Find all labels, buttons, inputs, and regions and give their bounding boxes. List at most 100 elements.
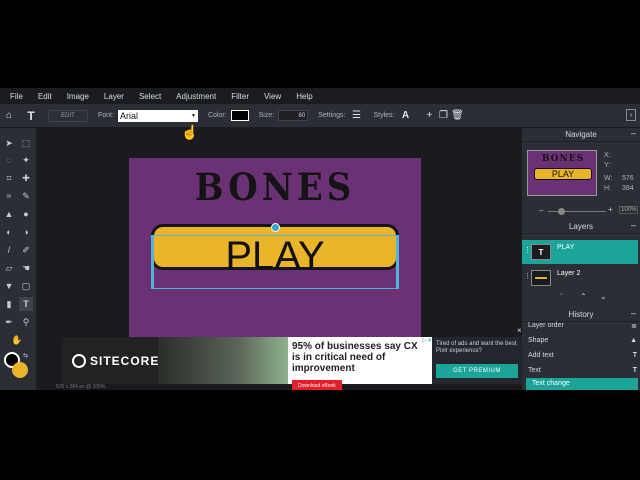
wand-tool-icon[interactable]: ✦ xyxy=(19,153,33,167)
pencil-tool-icon[interactable]: / xyxy=(2,243,16,257)
text-icon: T xyxy=(632,367,637,374)
dodge-tool-icon[interactable]: ◑ xyxy=(19,225,33,239)
marquee-tool-icon[interactable]: ⬚ xyxy=(19,136,33,150)
duplicate-icon[interactable]: ❐ xyxy=(436,109,450,123)
color-swatch[interactable] xyxy=(230,110,249,121)
layers-header[interactable]: Layers – xyxy=(522,220,640,234)
align-icon[interactable]: ☰ xyxy=(349,109,363,123)
history-title: History xyxy=(568,310,594,319)
menu-view[interactable]: View xyxy=(264,92,281,101)
menu-edit[interactable]: Edit xyxy=(38,92,52,101)
minimize-icon[interactable]: – xyxy=(631,308,636,318)
zoom-in-icon[interactable]: + xyxy=(608,205,613,214)
edit-button[interactable]: EDIT xyxy=(48,109,88,122)
hand-tool-icon[interactable]: ✋ xyxy=(10,333,24,347)
text-selection-box xyxy=(151,235,399,289)
font-label: Font: xyxy=(98,112,114,119)
stamp-tool-icon[interactable]: ▲ xyxy=(2,207,16,221)
size-input[interactable]: 80 xyxy=(278,110,309,121)
blur-tool-icon[interactable]: ◐ xyxy=(2,225,16,239)
navigate-header[interactable]: Navigate – xyxy=(522,128,640,142)
status-text: 576 x 384 px @ 100% xyxy=(56,384,106,390)
move-down-icon[interactable]: ⌄ xyxy=(600,292,607,301)
zoom-tool-icon[interactable]: ⚲ xyxy=(19,315,33,329)
navigator-thumbnail[interactable]: BONES PLAY xyxy=(527,150,597,196)
shape-icon: ▲ xyxy=(630,337,637,344)
zoom-slider[interactable] xyxy=(548,211,606,212)
layer-row-play[interactable]: ⋮ T PLAY xyxy=(522,240,638,264)
collapse-panel-icon[interactable]: › xyxy=(626,109,636,121)
canvas[interactable]: BONES PLAY xyxy=(129,158,421,338)
trash-icon[interactable]: 🗑 xyxy=(450,109,464,123)
minimize-icon[interactable]: – xyxy=(631,128,636,138)
minimize-icon[interactable]: – xyxy=(631,220,636,230)
menu-file[interactable]: File xyxy=(10,92,23,101)
drop-tool-icon[interactable]: ● xyxy=(19,207,33,221)
bucket-tool-icon[interactable]: ▼ xyxy=(2,279,16,293)
history-item[interactable]: Add text xyxy=(528,352,554,359)
swap-colors-icon[interactable]: ⇆ xyxy=(23,352,28,359)
add-icon[interactable]: + xyxy=(422,109,436,123)
layer-thumbnail xyxy=(531,270,551,286)
get-premium-button[interactable]: GET PREMIUM xyxy=(436,364,518,378)
shape-tool-icon[interactable]: ▢ xyxy=(19,279,33,293)
thumb-bones: BONES xyxy=(541,154,585,164)
paint-tool-icon[interactable]: ✐ xyxy=(19,243,33,257)
drag-handle-icon[interactable]: ⋮ xyxy=(524,272,531,280)
history-item[interactable]: Text xyxy=(528,367,541,374)
zoom-out-icon[interactable]: – xyxy=(539,206,543,215)
wave-tool-icon[interactable]: ≈ xyxy=(2,189,16,203)
history-item-selected[interactable]: Text change xyxy=(526,378,638,390)
menu-adjustment[interactable]: Adjustment xyxy=(176,92,216,101)
ad-banner[interactable]: SITECORE 95% of businesses say CX is in … xyxy=(62,337,432,390)
arrow-tool-icon[interactable]: ➤ xyxy=(2,136,16,150)
history-item[interactable]: Shape xyxy=(528,337,548,344)
ad-choices-icon[interactable]: ▷✕ xyxy=(422,337,432,344)
text-style-icon[interactable]: A xyxy=(398,109,412,123)
premium-promo: Tired of ads and want the best Pixlr exp… xyxy=(432,337,522,384)
font-select[interactable]: Arial ▼ xyxy=(117,109,198,122)
menu-filter[interactable]: Filter xyxy=(231,92,249,101)
secondary-color[interactable] xyxy=(12,362,28,378)
layer-order-icon: ≣ xyxy=(631,323,637,330)
home-icon[interactable]: ⌂ xyxy=(2,109,16,123)
rotate-handle[interactable] xyxy=(271,223,280,232)
brush-tool-icon[interactable]: ✎ xyxy=(19,189,33,203)
ad-headline: 95% of businesses say CX is in critical … xyxy=(292,341,418,374)
settings-label: Settings: xyxy=(318,112,346,119)
selection-left-handle[interactable] xyxy=(151,235,154,289)
ad-photo xyxy=(158,337,288,384)
drag-handle-icon[interactable]: ⋮ xyxy=(524,246,531,254)
lasso-tool-icon[interactable]: ◌ xyxy=(2,153,16,167)
eyedropper-tool-icon[interactable]: ✒ xyxy=(2,315,16,329)
smudge-tool-icon[interactable]: ☚ xyxy=(19,261,33,275)
zoom-slider-knob[interactable] xyxy=(558,208,565,215)
menu-layer[interactable]: Layer xyxy=(104,92,124,101)
menu-image[interactable]: Image xyxy=(67,92,89,101)
size-value: 80 xyxy=(298,112,306,119)
selection-right-handle[interactable] xyxy=(396,235,399,289)
zoom-value[interactable]: 100% xyxy=(619,206,639,214)
history-header[interactable]: History – xyxy=(522,308,640,322)
menu-help[interactable]: Help xyxy=(296,92,312,101)
bones-title: BONES xyxy=(194,166,356,210)
font-value: Arial xyxy=(119,110,138,121)
layer-name: Layer 2 xyxy=(557,270,581,277)
eraser-tool-icon[interactable]: ▱ xyxy=(2,261,16,275)
menu-select[interactable]: Select xyxy=(139,92,161,101)
size-label: Size: xyxy=(258,112,275,119)
heal-tool-icon[interactable]: ✚ xyxy=(19,171,33,185)
text-tool-icon: T xyxy=(27,108,35,123)
crop-tool-icon[interactable]: ⌗ xyxy=(2,171,16,185)
pixlr-editor: File Edit Image Layer Select Adjustment … xyxy=(0,88,640,390)
move-up-icon[interactable]: ⌃ xyxy=(558,292,565,301)
gradient-tool-icon[interactable]: ▮ xyxy=(2,297,16,311)
shape-preview xyxy=(534,276,548,280)
move-up-icon[interactable]: ⌃ xyxy=(580,292,587,301)
history-item[interactable]: Layer order xyxy=(528,322,564,329)
thumb-play: PLAY xyxy=(534,168,592,180)
type-tool-icon[interactable]: T xyxy=(19,297,33,311)
ad-cta-button[interactable]: Download eBook xyxy=(292,380,342,390)
chevron-down-icon: ▼ xyxy=(191,112,196,119)
layer-row-layer-2[interactable]: ⋮ Layer 2 xyxy=(522,266,640,290)
